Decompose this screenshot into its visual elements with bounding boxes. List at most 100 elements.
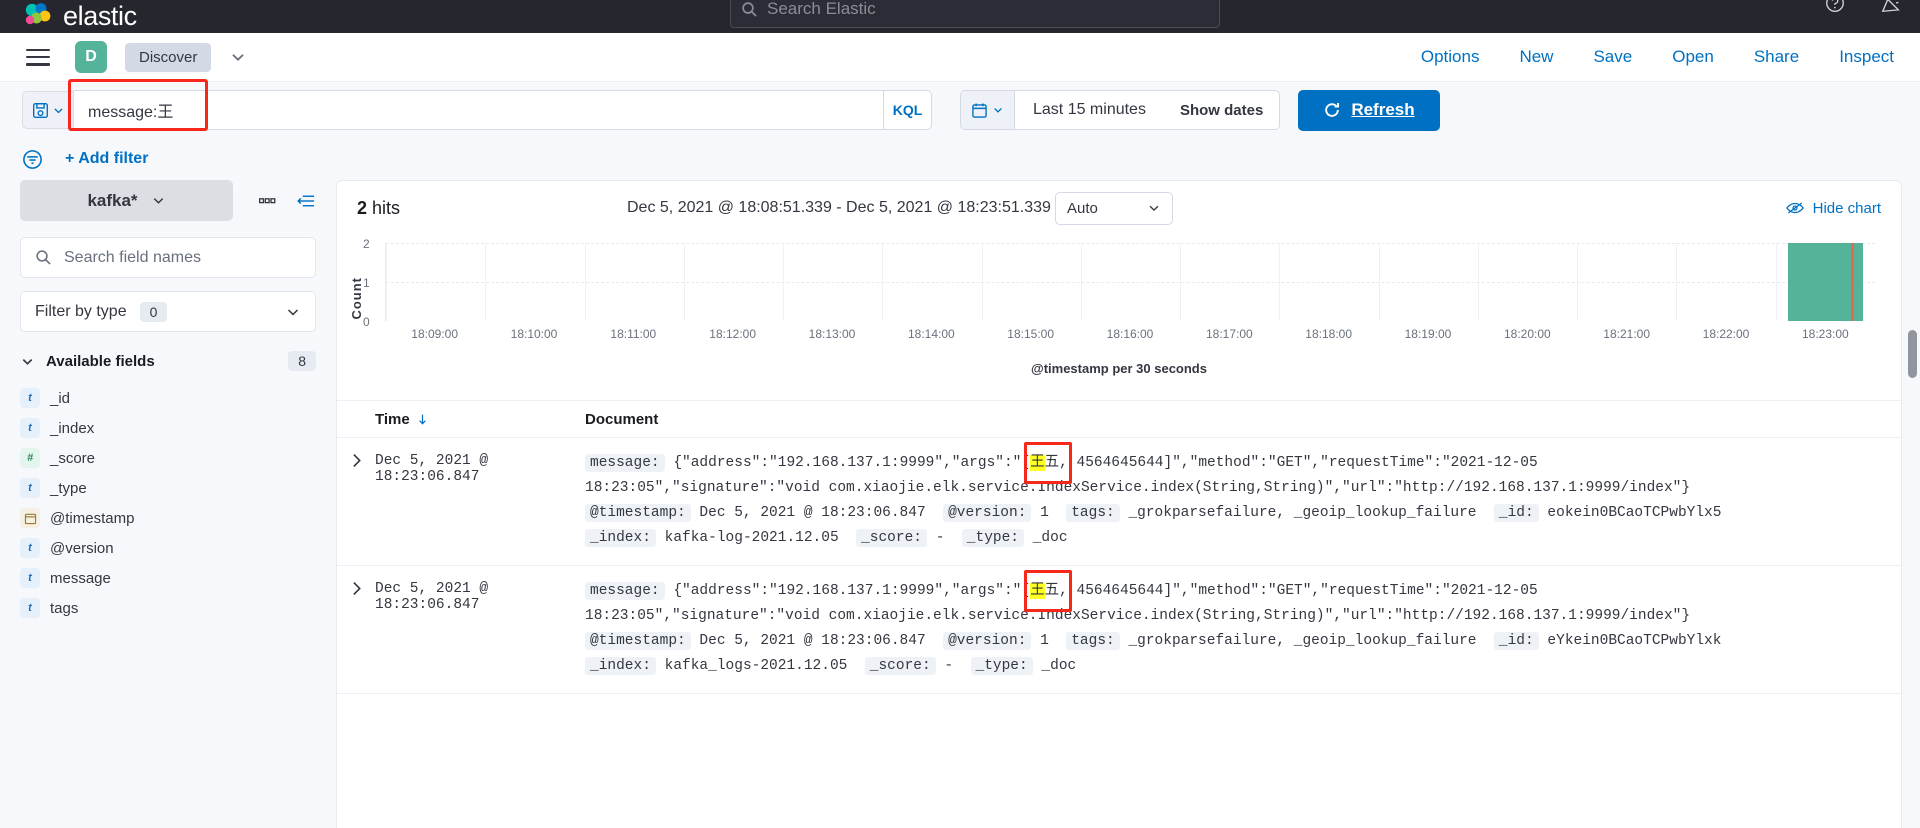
hits-label: hits: [372, 197, 401, 218]
elastic-logo[interactable]: elastic: [22, 1, 137, 33]
save-link[interactable]: Save: [1593, 47, 1632, 67]
cell-time: Dec 5, 2021 @ 18:23:06.847: [375, 453, 489, 485]
msg-highlight: 王: [1030, 455, 1045, 471]
field-label-version: @version:: [943, 632, 1032, 650]
chart-x-tick: 18:21:00: [1603, 327, 1651, 341]
feedback-icon[interactable]: [1880, 0, 1902, 14]
chart-x-tick: 18:22:00: [1702, 327, 1750, 341]
cell-document: message: {"address":"192.168.137.1:9999"…: [585, 442, 1901, 551]
saved-query-button[interactable]: [22, 91, 74, 129]
field-item-_type[interactable]: t _type: [20, 473, 316, 503]
value-tags: _grokparsefailure, _geoip_lookup_failure: [1128, 633, 1477, 649]
string-type-icon: t: [20, 418, 40, 438]
show-dates-button[interactable]: Show dates: [1164, 102, 1279, 119]
cell-time: Dec 5, 2021 @ 18:23:06.847: [375, 581, 489, 613]
field-search-input[interactable]: Search field names: [20, 237, 316, 278]
value-type: _doc: [1032, 530, 1068, 546]
index-pattern-selector[interactable]: kafka*: [20, 180, 233, 221]
field-item-version[interactable]: t @version: [20, 533, 316, 563]
msg-highlight: 王: [1030, 583, 1045, 599]
expand-row-icon[interactable]: [337, 451, 375, 551]
date-picker: Last 15 minutes Show dates: [960, 90, 1281, 130]
table-row[interactable]: Dec 5, 2021 @ 18:23:06.847 message: {"add…: [337, 566, 1901, 694]
field-name: message: [50, 569, 111, 587]
msg-pre: {"address":"192.168.137.1:9999","args":"…: [673, 583, 1031, 599]
string-type-icon: t: [20, 538, 40, 558]
chart-x-tick: 18:12:00: [709, 327, 757, 341]
collapse-sidebar-icon[interactable]: [297, 193, 316, 209]
field-label-id: _id:: [1493, 504, 1539, 522]
refresh-icon: [1323, 101, 1341, 119]
column-header-time[interactable]: Time: [337, 411, 585, 428]
field-item-tags[interactable]: t tags: [20, 593, 316, 623]
hamburger-icon[interactable]: [26, 48, 50, 66]
filter-icon[interactable]: [22, 149, 43, 170]
field-item-_id[interactable]: t _id: [20, 383, 316, 413]
filter-by-type-label: Filter by type: [35, 302, 127, 320]
expand-row-icon[interactable]: [337, 579, 375, 679]
chart-bars: [385, 243, 1875, 321]
calendar-button[interactable]: [961, 91, 1015, 129]
doc-meta-line1: @timestamp: Dec 5, 2021 @ 18:23:06.847 @…: [585, 501, 1881, 526]
app-header: D Discover Options New Save Open Share I…: [0, 33, 1920, 82]
add-filter-button[interactable]: + Add filter: [65, 150, 148, 168]
help-icon[interactable]: [1824, 0, 1846, 14]
field-name: @version: [50, 539, 114, 557]
new-link[interactable]: New: [1519, 47, 1553, 67]
field-item-_index[interactable]: t _index: [20, 413, 316, 443]
field-item-message[interactable]: t message: [20, 563, 316, 593]
value-index: kafka_logs-2021.12.05: [664, 658, 848, 674]
string-type-icon: t: [20, 478, 40, 498]
value-score: -: [944, 658, 954, 674]
available-fields-header[interactable]: Available fields 8: [20, 351, 316, 371]
field-name: tags: [50, 599, 79, 617]
chart-x-tick: 18:10:00: [510, 327, 558, 341]
options-link[interactable]: Options: [1421, 47, 1480, 67]
query-language-button[interactable]: KQL: [884, 90, 932, 130]
avatar[interactable]: D: [75, 41, 107, 73]
chart-x-tick: 18:19:00: [1404, 327, 1452, 341]
doc-meta-line1: @timestamp: Dec 5, 2021 @ 18:23:06.847 @…: [585, 629, 1881, 654]
value-tags: _grokparsefailure, _geoip_lookup_failure: [1128, 505, 1477, 521]
open-link[interactable]: Open: [1672, 47, 1714, 67]
time-column-label: Time: [375, 410, 410, 428]
table-row[interactable]: Dec 5, 2021 @ 18:23:06.847 message: {"add…: [337, 438, 1901, 566]
filter-by-type-button[interactable]: Filter by type 0: [20, 291, 316, 332]
inspect-link[interactable]: Inspect: [1839, 47, 1894, 67]
interval-select[interactable]: Auto: [1055, 191, 1173, 225]
field-item-_score[interactable]: # _score: [20, 443, 316, 473]
chevron-down-icon: [20, 354, 35, 369]
value-timestamp: Dec 5, 2021 @ 18:23:06.847: [699, 633, 926, 649]
hide-chart-button[interactable]: Hide chart: [1785, 200, 1881, 217]
arrow-down-icon: [416, 413, 429, 426]
query-bar: message:王 KQL Last 15 minutes Show dates…: [0, 79, 1920, 138]
elastic-logo-icon: [22, 1, 54, 33]
chart-x-tick: 18:20:00: [1503, 327, 1551, 341]
refresh-button[interactable]: Refresh: [1298, 89, 1440, 131]
search-icon: [741, 1, 758, 18]
value-id: eokein0BCaoTCPwbYlx5: [1547, 505, 1722, 521]
global-search-input[interactable]: Search Elastic: [730, 0, 1220, 28]
interval-value: Auto: [1067, 199, 1098, 217]
field-options-icon[interactable]: [259, 196, 276, 206]
search-input[interactable]: message:王: [68, 79, 884, 131]
doc-message-line: message: {"address":"192.168.137.1:9999"…: [585, 570, 1881, 612]
global-nav-actions: [1824, 0, 1902, 14]
hits-count: 2 hits: [357, 198, 400, 219]
search-input-value: message:王: [88, 104, 174, 121]
date-range-value[interactable]: Last 15 minutes: [1015, 101, 1164, 119]
field-item-timestamp[interactable]: @timestamp: [20, 503, 316, 533]
vertical-scrollbar[interactable]: [1908, 330, 1917, 378]
value-timestamp: Dec 5, 2021 @ 18:23:06.847: [699, 505, 926, 521]
histogram-chart[interactable]: Count @timestamp per 30 seconds 0 1 2 18:09…: [337, 235, 1901, 400]
doc-message-line: message: {"address":"192.168.137.1:9999"…: [585, 442, 1881, 484]
doc-meta-line2: _index: kafka_logs-2021.12.05 _score: - …: [585, 654, 1881, 679]
value-index: kafka-log-2021.12.05: [664, 530, 839, 546]
hits-toolbar: 2 hits Dec 5, 2021 @ 18:08:51.339 - Dec …: [337, 181, 1901, 235]
field-label-score: _score:: [864, 657, 936, 675]
highlight-box: 王五,: [1024, 442, 1072, 484]
value-version: 1: [1040, 633, 1049, 649]
share-link[interactable]: Share: [1754, 47, 1799, 67]
chart-x-tick: 18:16:00: [1106, 327, 1154, 341]
chevron-down-icon[interactable]: [229, 48, 247, 66]
